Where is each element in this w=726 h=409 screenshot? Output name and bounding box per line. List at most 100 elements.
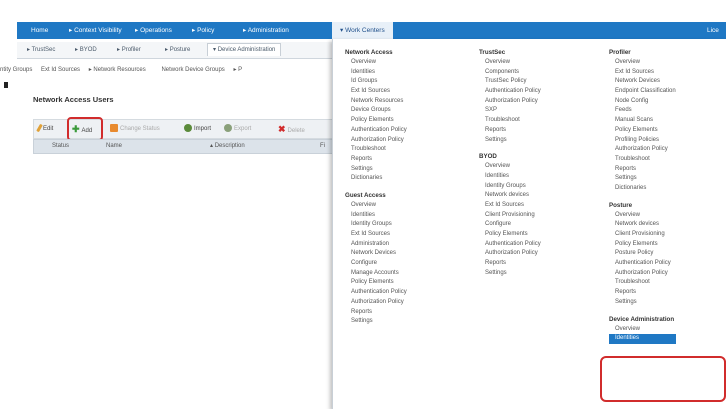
menu-item-guest-access-configure[interactable]: Configure — [345, 259, 407, 269]
menu-item-profiler-manual-scans[interactable]: Manual Scans — [609, 116, 676, 126]
menu-item-byod-authorization-policy[interactable]: Authorization Policy — [479, 249, 541, 259]
menu-item-network-access-network-resources[interactable]: Network Resources — [345, 97, 407, 107]
nav-home[interactable]: Home — [31, 22, 48, 39]
crumb-policy[interactable]: ▸ P — [233, 67, 249, 73]
crumb-identity-groups[interactable]: ntity Groups — [0, 67, 32, 73]
menu-item-byod-authentication-policy[interactable]: Authentication Policy — [479, 240, 541, 250]
export-button[interactable]: Export — [224, 123, 251, 135]
menu-item-network-access-authorization-policy[interactable]: Authorization Policy — [345, 136, 407, 146]
menu-item-profiler-network-devices[interactable]: Network Devices — [609, 77, 676, 87]
nav-policy[interactable]: ▸ Policy — [192, 22, 214, 39]
menu-item-network-access-id-groups[interactable]: Id Groups — [345, 77, 407, 87]
menu-item-posture-troubleshoot[interactable]: Troubleshoot — [609, 278, 676, 288]
menu-item-profiler-policy-elements[interactable]: Policy Elements — [609, 126, 676, 136]
menu-item-profiler-dictionaries[interactable]: Dictionaries — [609, 184, 676, 194]
menu-item-posture-settings[interactable]: Settings — [609, 298, 676, 308]
menu-item-trustsec-components[interactable]: Components — [479, 68, 541, 78]
menu-item-trustsec-settings[interactable]: Settings — [479, 136, 541, 146]
menu-item-posture-overview[interactable]: Overview — [609, 211, 676, 221]
menu-item-profiler-node-config[interactable]: Node Config — [609, 97, 676, 107]
column-name[interactable]: Name — [106, 140, 122, 153]
menu-item-device-administration-overview[interactable]: Overview — [609, 325, 676, 335]
nav-operations[interactable]: ▸ Operations — [135, 22, 172, 39]
menu-item-network-access-settings[interactable]: Settings — [345, 165, 407, 175]
menu-item-network-access-device-groups[interactable]: Device Groups — [345, 106, 407, 116]
menu-item-byod-identity-groups[interactable]: Identity Groups — [479, 182, 541, 192]
menu-item-guest-access-identities[interactable]: Identities — [345, 211, 407, 221]
expand-arrow-icon[interactable] — [4, 82, 8, 88]
menu-item-profiler-ext-id-sources[interactable]: Ext Id Sources — [609, 68, 676, 78]
tab-device-administration[interactable]: ▾ Device Administration — [207, 43, 282, 56]
menu-item-posture-client-provisioning[interactable]: Client Provisioning — [609, 230, 676, 240]
menu-item-guest-access-overview[interactable]: Overview — [345, 201, 407, 211]
menu-item-byod-overview[interactable]: Overview — [479, 162, 541, 172]
menu-item-profiler-feeds[interactable]: Feeds — [609, 106, 676, 116]
menu-item-byod-network-devices[interactable]: Network devices — [479, 191, 541, 201]
menu-item-posture-policy-elements[interactable]: Policy Elements — [609, 240, 676, 250]
menu-item-byod-policy-elements[interactable]: Policy Elements — [479, 230, 541, 240]
nav-administration[interactable]: ▸ Administration — [243, 22, 289, 39]
menu-item-trustsec-authorization-policy[interactable]: Authorization Policy — [479, 97, 541, 107]
menu-item-byod-client-provisioning[interactable]: Client Provisioning — [479, 211, 541, 221]
tab-trustsec[interactable]: ▸ TrustSec — [27, 44, 55, 56]
column-status[interactable]: Status — [52, 140, 69, 153]
menu-item-posture-authentication-policy[interactable]: Authentication Policy — [609, 259, 676, 269]
menu-item-network-access-overview[interactable]: Overview — [345, 58, 407, 68]
nav-context-visibility[interactable]: ▸ Context Visibility — [69, 22, 122, 39]
menu-item-posture-network-devices[interactable]: Network devices — [609, 220, 676, 230]
nav-work-centers[interactable]: ▾ Work Centers — [332, 22, 393, 39]
menu-item-trustsec-troubleshoot[interactable]: Troubleshoot — [479, 116, 541, 126]
menu-item-trustsec-authentication-policy[interactable]: Authentication Policy — [479, 87, 541, 97]
menu-item-network-access-identities[interactable]: Identities — [345, 68, 407, 78]
menu-item-profiler-profiling-policies[interactable]: Profiling Policies — [609, 136, 676, 146]
menu-item-network-access-authentication-policy[interactable]: Authentication Policy — [345, 126, 407, 136]
menu-item-guest-access-identity-groups[interactable]: Identity Groups — [345, 220, 407, 230]
menu-item-guest-access-network-devices[interactable]: Network Devices — [345, 249, 407, 259]
menu-item-byod-configure[interactable]: Configure — [479, 220, 541, 230]
menu-item-profiler-troubleshoot[interactable]: Troubleshoot — [609, 155, 676, 165]
menu-item-network-access-policy-elements[interactable]: Policy Elements — [345, 116, 407, 126]
crumb-ext-id-sources[interactable]: Ext Id Sources — [41, 67, 80, 73]
menu-item-guest-access-policy-elements[interactable]: Policy Elements — [345, 278, 407, 288]
tab-posture[interactable]: ▸ Posture — [165, 44, 190, 56]
import-button[interactable]: Import — [184, 123, 211, 135]
menu-item-byod-settings[interactable]: Settings — [479, 269, 541, 279]
menu-item-guest-access-ext-id-sources[interactable]: Ext Id Sources — [345, 230, 407, 240]
menu-item-trustsec-reports[interactable]: Reports — [479, 126, 541, 136]
menu-item-posture-reports[interactable]: Reports — [609, 288, 676, 298]
column-description[interactable]: ▴ Description — [210, 140, 245, 153]
crumb-network-resources[interactable]: ▸ Network Resources — [89, 67, 153, 73]
delete-button[interactable]: ✖ Delete — [278, 123, 305, 135]
menu-item-profiler-reports[interactable]: Reports — [609, 165, 676, 175]
menu-item-network-access-troubleshoot[interactable]: Troubleshoot — [345, 145, 407, 155]
menu-item-posture-posture-policy[interactable]: Posture Policy — [609, 249, 676, 259]
menu-item-byod-ext-id-sources[interactable]: Ext Id Sources — [479, 201, 541, 211]
menu-item-network-access-dictionaries[interactable]: Dictionaries — [345, 174, 407, 184]
change-status-button[interactable]: Change Status — [110, 123, 160, 135]
menu-item-profiler-authorization-policy[interactable]: Authorization Policy — [609, 145, 676, 155]
menu-item-guest-access-authorization-policy[interactable]: Authorization Policy — [345, 298, 407, 308]
menu-item-network-access-reports[interactable]: Reports — [345, 155, 407, 165]
nav-license-link[interactable]: Lice — [707, 22, 719, 39]
menu-item-guest-access-settings[interactable]: Settings — [345, 317, 407, 327]
menu-item-network-access-ext-id-sources[interactable]: Ext Id Sources — [345, 87, 407, 97]
menu-item-guest-access-manage-accounts[interactable]: Manage Accounts — [345, 269, 407, 279]
menu-item-profiler-endpoint-classification[interactable]: Endpoint Classification — [609, 87, 676, 97]
menu-item-trustsec-overview[interactable]: Overview — [479, 58, 541, 68]
menu-item-trustsec-trustsec-policy[interactable]: TrustSec Policy — [479, 77, 541, 87]
menu-item-profiler-overview[interactable]: Overview — [609, 58, 676, 68]
menu-item-profiler-settings[interactable]: Settings — [609, 174, 676, 184]
tab-profiler[interactable]: ▸ Profiler — [117, 44, 141, 56]
crumb-network-device-groups[interactable]: Network Device Groups — [161, 67, 224, 73]
menu-item-device-administration-identities[interactable]: Identities — [609, 334, 676, 344]
menu-item-byod-reports[interactable]: Reports — [479, 259, 541, 269]
menu-item-guest-access-authentication-policy[interactable]: Authentication Policy — [345, 288, 407, 298]
menu-item-posture-authorization-policy[interactable]: Authorization Policy — [609, 269, 676, 279]
menu-item-guest-access-administration[interactable]: Administration — [345, 240, 407, 250]
tab-byod[interactable]: ▸ BYOD — [75, 44, 97, 56]
menu-item-guest-access-reports[interactable]: Reports — [345, 308, 407, 318]
edit-button[interactable]: Edit — [36, 123, 53, 135]
column-first-name[interactable]: Fi — [320, 140, 325, 153]
menu-item-byod-identities[interactable]: Identities — [479, 172, 541, 182]
menu-item-trustsec-sxp[interactable]: SXP — [479, 106, 541, 116]
